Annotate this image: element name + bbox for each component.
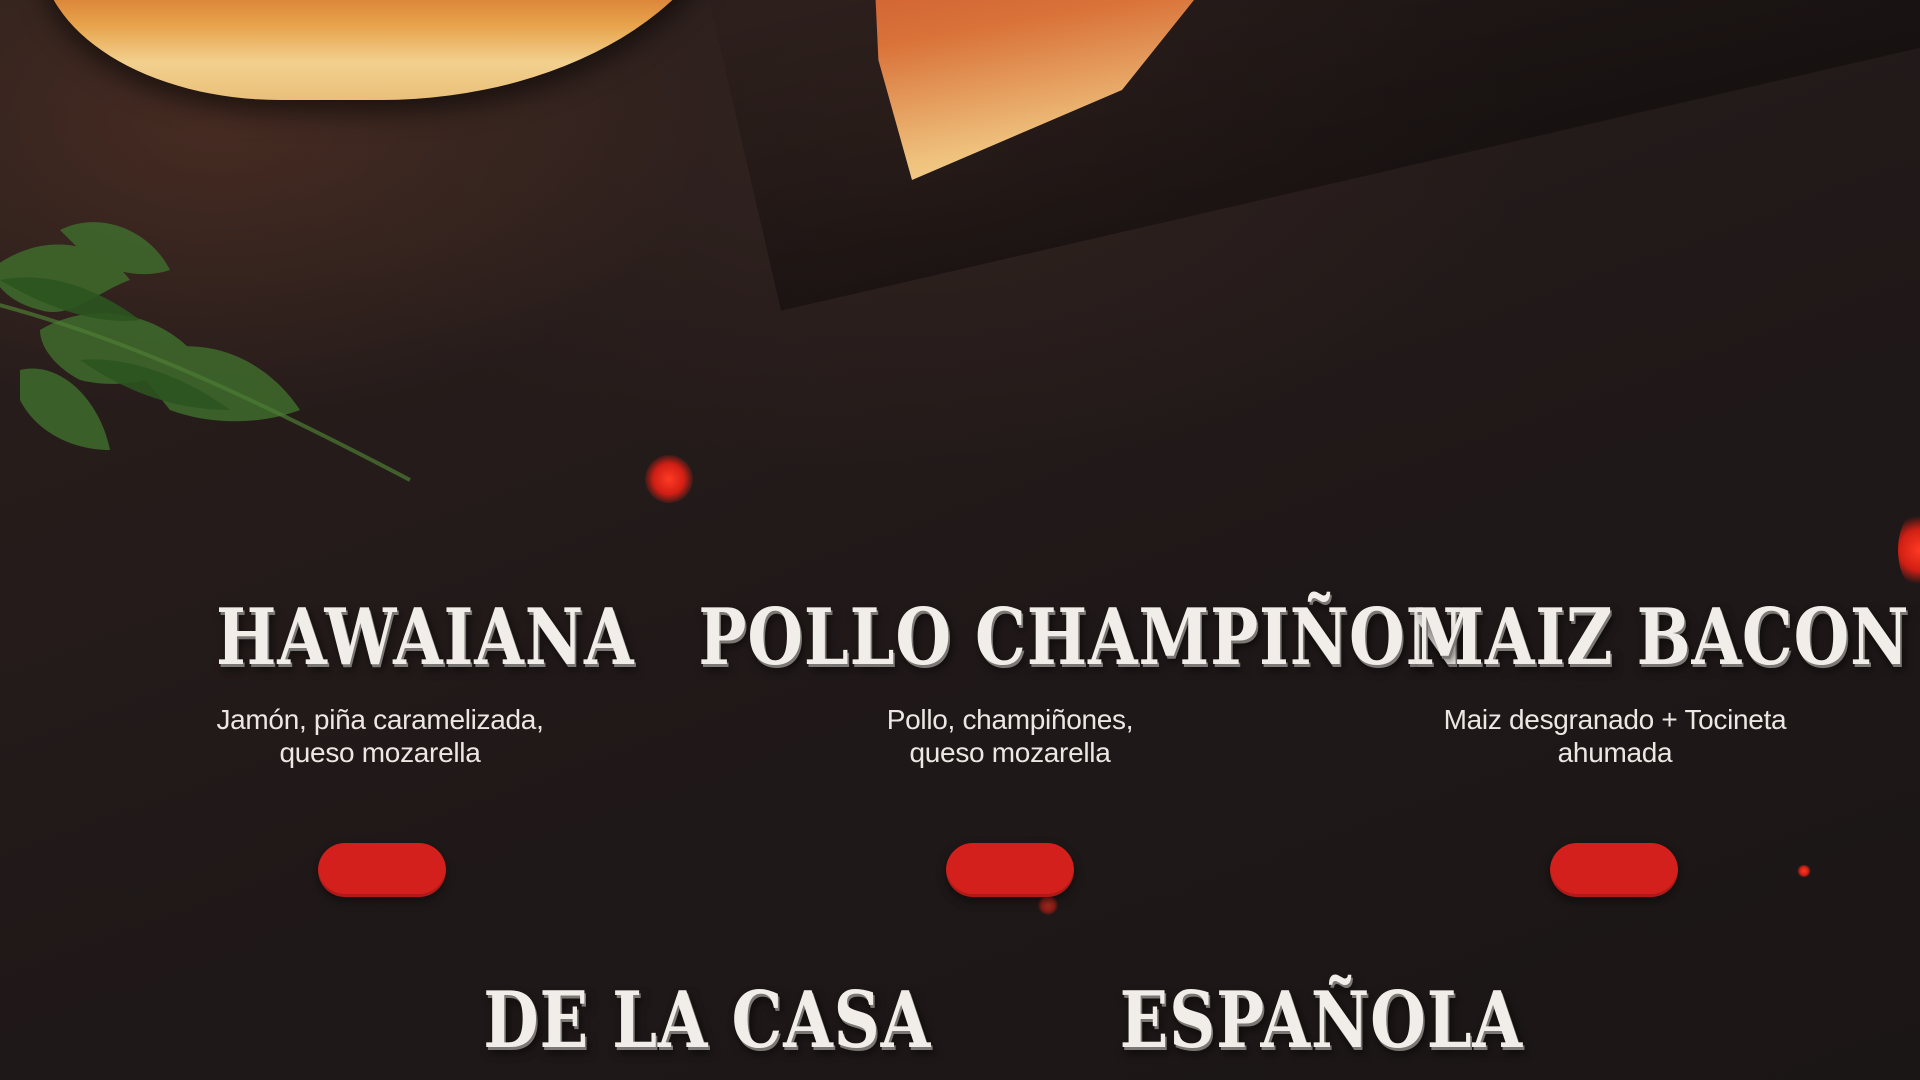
description-line: Maiz desgranado + Tocineta <box>1443 704 1787 735</box>
pizza-title-hawaiana: HAWAIANA <box>216 592 635 683</box>
order-button-maiz-bacon[interactable] <box>1550 843 1678 897</box>
ember-dot <box>1038 895 1058 915</box>
description-line: ahumada <box>1557 737 1673 768</box>
order-button-pollo-champinon[interactable] <box>946 843 1074 897</box>
description-line: queso mozarella <box>279 737 481 768</box>
pizza-description-pollo-champinon: Pollo, champiñones, queso mozarella <box>810 703 1210 769</box>
ember-dot <box>645 455 693 503</box>
description-line: queso mozarella <box>909 737 1111 768</box>
pizza-title-de-la-casa: DE LA CASA <box>483 975 932 1066</box>
cilantro-leaf-image <box>0 222 411 482</box>
pizza-title-pollo-champinon: POLLO CHAMPIÑON <box>698 592 1465 683</box>
pizza-title-maiz-bacon: MAIZ BACON <box>1413 592 1910 683</box>
description-line: Pollo, champiñones, <box>886 704 1134 735</box>
description-line: Jamón, piña caramelizada, <box>216 704 544 735</box>
ember-dot <box>1797 865 1811 877</box>
order-button-hawaiana[interactable] <box>318 843 446 897</box>
pizza-description-hawaiana: Jamón, piña caramelizada, queso mozarell… <box>180 703 580 769</box>
pizza-description-maiz-bacon: Maiz desgranado + Tocineta ahumada <box>1400 703 1830 769</box>
pizza-title-espanola: ESPAÑOLA <box>1119 975 1523 1066</box>
